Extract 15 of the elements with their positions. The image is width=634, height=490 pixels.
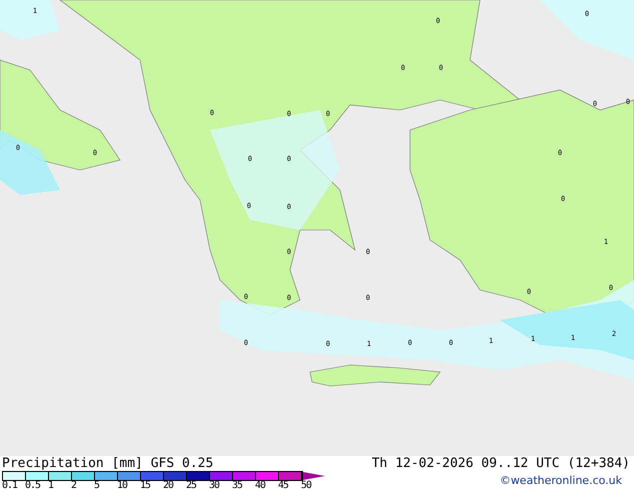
valid-time: Th 12-02-2026 09..12 UTC (12+384) bbox=[372, 457, 631, 470]
scale-label: 0.5 bbox=[25, 481, 42, 490]
scale-label: 0.1 bbox=[2, 481, 18, 490]
scale-label: 5 bbox=[94, 481, 100, 490]
legend-title: Precipitation [mm] GFS 0.25 bbox=[2, 457, 214, 470]
scale-label: 15 bbox=[140, 481, 152, 490]
scale-label: 1 bbox=[48, 481, 54, 490]
credit-text: ©weatheronline.co.uk bbox=[500, 473, 623, 489]
scale-label: 45 bbox=[278, 481, 290, 490]
scale-label: 35 bbox=[232, 481, 244, 490]
scale-label: 50 bbox=[301, 481, 312, 490]
scale-label: 25 bbox=[186, 481, 198, 490]
scale-label: 40 bbox=[255, 481, 266, 490]
scale-label: 20 bbox=[163, 481, 174, 490]
scale-label: 10 bbox=[117, 481, 128, 490]
